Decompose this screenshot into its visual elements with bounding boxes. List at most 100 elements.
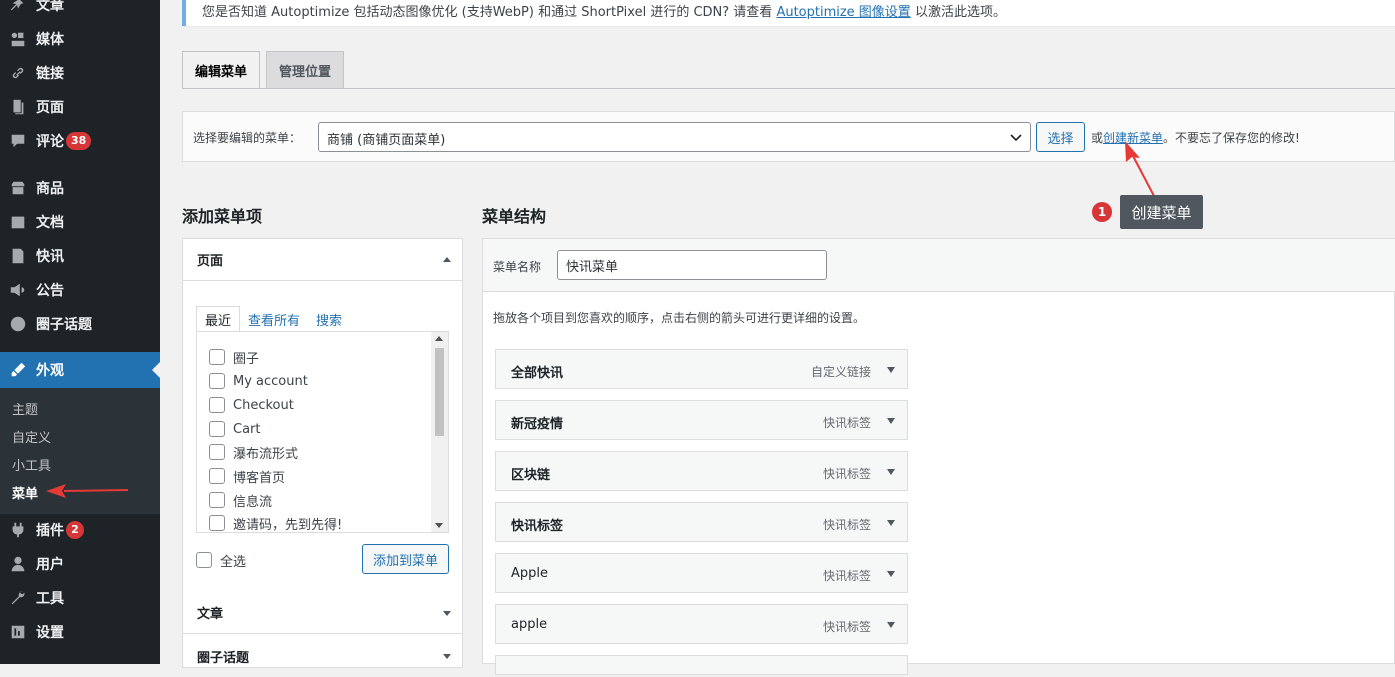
scrollbar-thumb[interactable] xyxy=(435,348,444,436)
menu-item-partial[interactable] xyxy=(495,655,908,675)
page-label: Cart xyxy=(233,421,261,437)
nav-tabs: 编辑菜单 管理位置 xyxy=(182,51,345,89)
sidebar-item-posts[interactable]: 文章 xyxy=(0,0,160,22)
menu-item[interactable]: 全部快讯 自定义链接 xyxy=(495,349,908,389)
sidebar-item-pages[interactable]: 页面 xyxy=(0,90,160,124)
expand-arrow-icon[interactable] xyxy=(887,520,895,526)
caret-up-icon xyxy=(443,257,451,262)
sidebar-item-links[interactable]: 链接 xyxy=(0,56,160,90)
admin-sidebar: 文章 媒体 链接 页面 评论 38 商品 文档 快讯 公告 圈子话题 外观 主题… xyxy=(0,0,160,664)
checkbox[interactable] xyxy=(209,515,225,531)
expand-arrow-icon[interactable] xyxy=(887,622,895,628)
select-all-checkbox[interactable] xyxy=(196,552,212,568)
checkbox[interactable] xyxy=(209,373,225,389)
main-content: 您是否知道 Autoptimize 包括动态图像优化 (支持WebP) 和通过 … xyxy=(160,0,1395,675)
settings-icon xyxy=(0,623,36,641)
scroll-down-arrow-icon[interactable] xyxy=(435,523,443,528)
checkbox[interactable] xyxy=(209,468,225,484)
select-menu-button[interactable]: 选择 xyxy=(1036,122,1085,152)
sidebar-item-news[interactable]: 快讯 xyxy=(0,239,160,273)
appearance-icon xyxy=(0,361,36,379)
user-icon xyxy=(0,555,36,573)
sidebar-item-announcements[interactable]: 公告 xyxy=(0,273,160,307)
checkbox[interactable] xyxy=(209,492,225,508)
notice-link[interactable]: Autoptimize 图像设置 xyxy=(776,5,910,20)
plugin-update-badge: 2 xyxy=(66,521,84,539)
list-item[interactable]: 邀请码，先到先得! xyxy=(209,514,342,532)
list-item[interactable]: 圈子 xyxy=(209,348,259,367)
tab-manage-locations[interactable]: 管理位置 xyxy=(266,51,345,89)
list-item[interactable]: Cart xyxy=(209,420,261,438)
sidebar-item-label: 公告 xyxy=(36,283,64,299)
current-menu-pointer xyxy=(152,362,160,378)
menu-item[interactable]: 新冠疫情 快讯标签 xyxy=(495,400,908,440)
list-item[interactable]: 信息流 xyxy=(209,491,273,510)
sidebar-item-label: 评论 xyxy=(36,134,64,150)
menu-name-input[interactable] xyxy=(557,250,827,280)
menu-item-type: 快讯标签 xyxy=(822,467,871,481)
comment-icon xyxy=(0,132,36,150)
subtab-search[interactable]: 搜索 xyxy=(308,306,350,332)
submenu-item-widgets[interactable]: 小工具 xyxy=(12,455,51,474)
store-icon xyxy=(0,179,36,197)
menu-item[interactable]: Apple 快讯标签 xyxy=(495,553,908,593)
notice-suffix: 以激活此选项。 xyxy=(910,5,1006,20)
list-scrollbar[interactable] xyxy=(431,332,448,532)
sidebar-item-tools[interactable]: 工具 xyxy=(0,581,160,615)
sidebar-item-appearance[interactable]: 外观 xyxy=(0,352,160,388)
checkbox[interactable] xyxy=(209,444,225,460)
list-item[interactable]: My account xyxy=(209,372,308,390)
select-all-row[interactable]: 全选 xyxy=(196,551,246,570)
sidebar-item-circle-topics[interactable]: 圈子话题 xyxy=(0,307,160,341)
menu-item[interactable]: 区块链 快讯标签 xyxy=(495,451,908,491)
sidebar-item-plugins[interactable]: 插件 2 xyxy=(0,513,160,547)
sidebar-item-comments[interactable]: 评论 38 xyxy=(0,124,160,158)
menu-structure-heading: 菜单结构 xyxy=(482,207,547,226)
page-icon xyxy=(0,98,36,116)
caret-down-icon xyxy=(443,611,451,616)
submenu-item-themes[interactable]: 主题 xyxy=(12,399,38,418)
pages-checklist: 圈子 My account Checkout Cart 瀑布流形式 博客首页 信… xyxy=(196,331,449,533)
subtab-recent[interactable]: 最近 xyxy=(196,306,241,332)
sidebar-item-users[interactable]: 用户 xyxy=(0,547,160,581)
add-to-menu-button[interactable]: 添加到菜单 xyxy=(362,544,449,574)
list-item[interactable]: 博客首页 xyxy=(209,467,285,486)
notice-message: 您是否知道 Autoptimize 包括动态图像优化 (支持WebP) 和通过 … xyxy=(202,5,777,20)
tab-edit-menus[interactable]: 编辑菜单 xyxy=(182,51,261,89)
page-label: Checkout xyxy=(233,397,294,413)
page-label: 信息流 xyxy=(233,494,273,510)
sidebar-item-docs[interactable]: 文档 xyxy=(0,205,160,239)
pages-accordion-header[interactable]: 页面 xyxy=(183,239,463,281)
submenu-item-menus[interactable]: 菜单 xyxy=(12,483,38,502)
expand-arrow-icon[interactable] xyxy=(887,571,895,577)
page-label: 邀请码，先到先得! xyxy=(233,517,343,533)
sidebar-item-products[interactable]: 商品 xyxy=(0,171,160,205)
expand-arrow-icon[interactable] xyxy=(887,469,895,475)
sidebar-item-media[interactable]: 媒体 xyxy=(0,22,160,56)
menu-item[interactable]: apple 快讯标签 xyxy=(495,604,908,644)
checkbox[interactable] xyxy=(209,397,225,413)
sidebar-item-settings[interactable]: 设置 xyxy=(0,615,160,649)
megaphone-icon xyxy=(0,281,36,299)
submenu-item-customize[interactable]: 自定义 xyxy=(12,427,51,446)
sidebar-item-label: 文章 xyxy=(36,0,64,14)
appearance-submenu: 主题 自定义 小工具 菜单 xyxy=(0,388,160,514)
menu-select-dropdown[interactable]: 商铺 (商铺页面菜单) xyxy=(318,122,1031,152)
menu-item-title: 新冠疫情 xyxy=(511,417,564,432)
caret-down-icon xyxy=(443,654,451,659)
list-item[interactable]: 瀑布流形式 xyxy=(209,443,298,462)
list-item[interactable]: Checkout xyxy=(209,396,294,414)
menu-item-type: 自定义链接 xyxy=(810,365,871,379)
checkbox[interactable] xyxy=(209,421,225,437)
menu-item-type: 快讯标签 xyxy=(822,416,871,430)
posts-accordion-header[interactable]: 文章 xyxy=(183,592,463,634)
red-annotation-arrow xyxy=(46,484,129,498)
subtab-view-all[interactable]: 查看所有 xyxy=(240,306,308,332)
expand-arrow-icon[interactable] xyxy=(887,367,895,373)
scroll-up-arrow-icon[interactable] xyxy=(435,336,443,341)
sidebar-item-label: 快讯 xyxy=(36,249,64,265)
expand-arrow-icon[interactable] xyxy=(887,418,895,424)
circle-topics-accordion-header[interactable]: 圈子话题 xyxy=(183,635,463,677)
menu-item[interactable]: 快讯标签 快讯标签 xyxy=(495,502,908,542)
checkbox[interactable] xyxy=(209,349,225,365)
